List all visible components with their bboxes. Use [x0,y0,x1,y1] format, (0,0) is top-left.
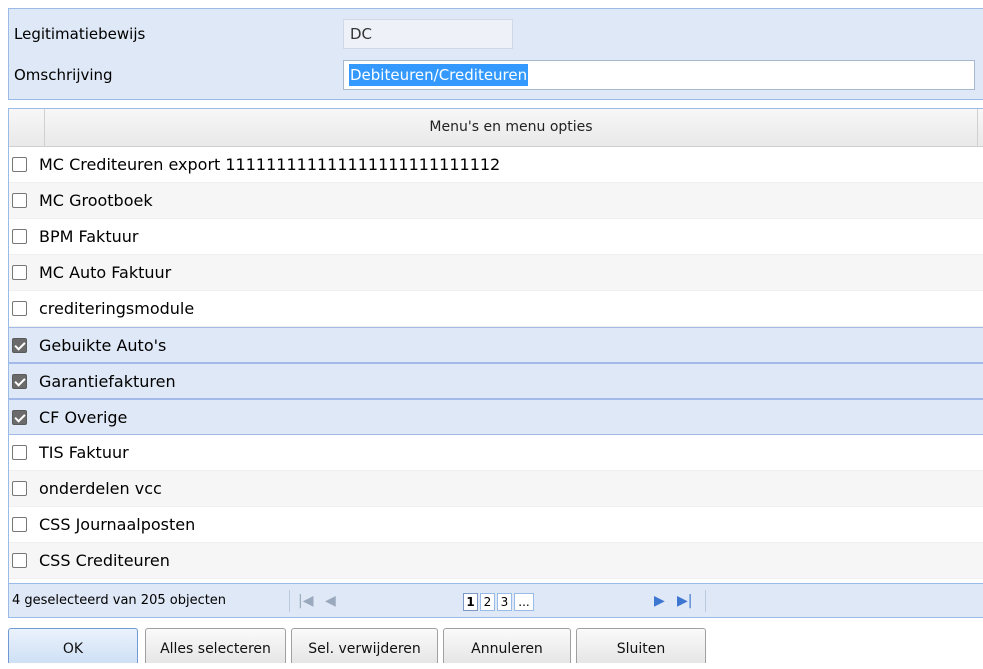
list-item[interactable]: onderdelen vcc [9,471,983,507]
row-checkbox[interactable] [12,229,27,244]
legitimatiebewijs-field: DC [343,19,513,49]
row-checkbox[interactable] [12,338,27,353]
row-checkbox[interactable] [12,445,27,460]
header-form-panel: Legitimatiebewijs DC Omschrijving Debite… [8,8,983,100]
next-page-icon[interactable]: ▶ [654,593,665,609]
row-checkbox[interactable] [12,265,27,280]
omschrijving-label: Omschrijving [14,66,113,84]
first-page-icon[interactable]: |◀ [298,593,313,609]
menu-options-grid: Menu's en menu opties MC Crediteuren exp… [8,108,983,618]
page-button[interactable]: 1 [463,593,478,611]
row-label: Garantiefakturen [39,372,176,391]
separator [289,590,290,612]
ok-button[interactable]: OK [8,628,138,663]
row-label: onderdelen vcc [39,479,162,498]
list-item[interactable]: Garantiefakturen [9,363,983,399]
row-checkbox[interactable] [12,374,27,389]
row-label: BPM Faktuur [39,227,139,246]
remove-selection-button[interactable]: Sel. verwijderen [291,628,438,663]
row-label: CF Overige [39,408,128,427]
list-item[interactable]: MC Auto Faktuur [9,255,983,291]
cancel-button[interactable]: Annuleren [443,628,571,663]
legitimatiebewijs-label: Legitimatiebewijs [14,25,146,43]
grid-header: Menu's en menu opties [9,109,983,147]
list-item[interactable]: crediteringsmodule [9,291,983,327]
row-label: CSS Journaalposten [39,515,196,534]
row-label: crediteringsmodule [39,299,195,318]
row-label: TIS Faktuur [39,443,129,462]
separator [705,590,706,612]
page-button[interactable]: 2 [480,593,495,611]
selection-count: 4 geselecteerd van 205 objecten [12,593,227,608]
row-label: MC Crediteuren export 111111111111111111… [39,155,501,174]
list-item[interactable]: Gebuikte Auto's [9,327,983,363]
row-label: CSS Crediteuren [39,551,170,570]
list-item[interactable]: BPM Faktuur [9,219,983,255]
omschrijving-input[interactable]: Debiteuren/Crediteuren [343,60,975,90]
list-item[interactable]: CF Overige [9,399,983,435]
select-all-button[interactable]: Alles selecteren [145,628,286,663]
row-label: MC Auto Faktuur [39,263,172,282]
pager-toolbar: 4 geselecteerd van 205 objecten |◀ ◀ 123… [9,583,983,617]
row-label: MC Grootboek [39,191,153,210]
page-more-button[interactable]: ... [514,593,534,611]
row-checkbox[interactable] [12,481,27,496]
row-label: Gebuikte Auto's [39,336,167,355]
row-checkbox[interactable] [12,301,27,316]
list-item[interactable]: MC Grootboek [9,183,983,219]
row-checkbox[interactable] [12,157,27,172]
list-item[interactable]: CSS Crediteuren [9,543,983,579]
row-checkbox[interactable] [12,517,27,532]
last-page-icon[interactable]: ▶| [677,593,692,609]
list-item[interactable]: MC Crediteuren export 111111111111111111… [9,147,983,183]
previous-page-icon[interactable]: ◀ [325,593,336,609]
close-button[interactable]: Sluiten [576,628,706,663]
list-item[interactable]: TIS Faktuur [9,435,983,471]
row-checkbox[interactable] [12,193,27,208]
row-checkbox[interactable] [12,410,27,425]
page-button[interactable]: 3 [497,593,512,611]
column-header-menus[interactable]: Menu's en menu opties [45,109,978,146]
omschrijving-selected-text: Debiteuren/Crediteuren [349,64,529,86]
header-checkbox-column[interactable] [9,109,45,146]
list-item[interactable]: CSS Journaalposten [9,507,983,543]
row-checkbox[interactable] [12,553,27,568]
